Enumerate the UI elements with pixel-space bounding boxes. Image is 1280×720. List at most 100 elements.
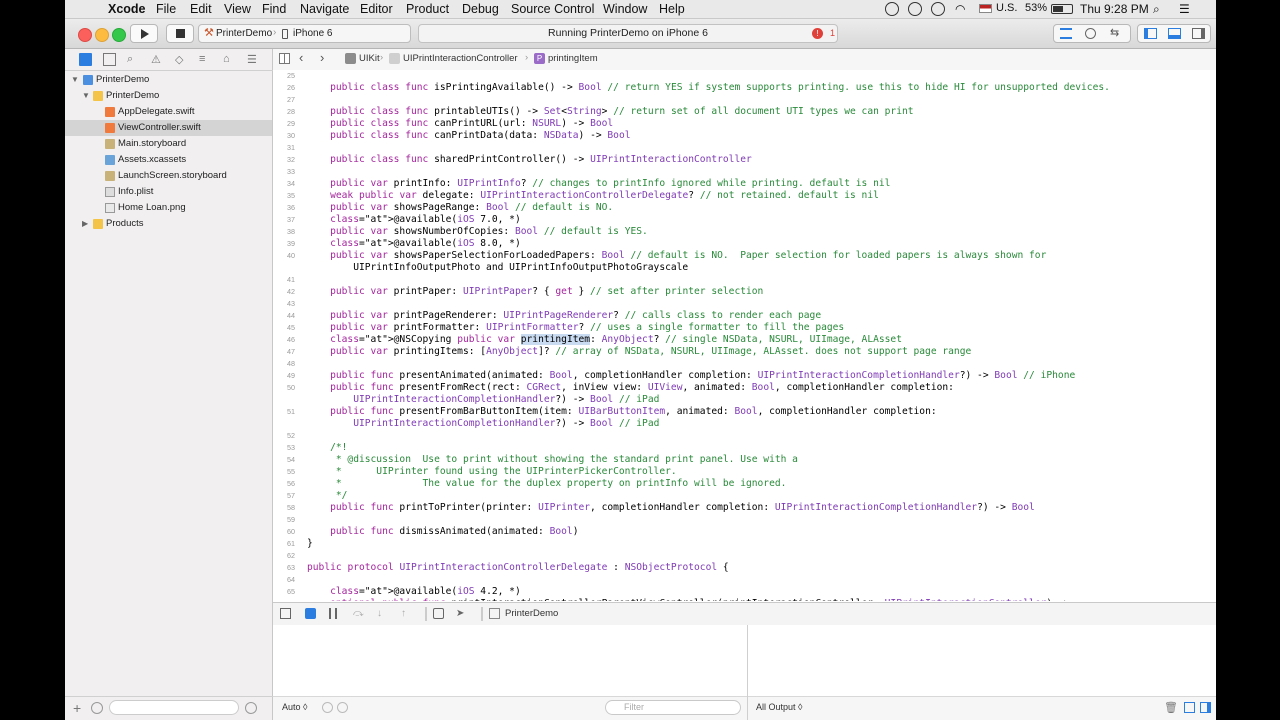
zoom-window-button[interactable] bbox=[112, 28, 126, 42]
stop-button[interactable] bbox=[166, 24, 194, 43]
code-line[interactable]: 58 public func printToPrinter(printer: U… bbox=[273, 502, 1216, 514]
console-output-selector[interactable]: All Output ◊ bbox=[756, 702, 802, 712]
input-source-label[interactable]: U.S. bbox=[996, 2, 1017, 14]
code-line[interactable]: UIPrintInfoOutputPhoto and UIPrintInfoOu… bbox=[273, 262, 1216, 274]
code-line[interactable]: 32 public class func sharedPrintControll… bbox=[273, 154, 1216, 166]
code-line[interactable]: 39 class="at">@available(iOS 8.0, *) bbox=[273, 238, 1216, 250]
code-line[interactable]: 66 optional public func printInteraction… bbox=[273, 598, 1216, 601]
tree-item-assets[interactable]: Assets.xcassets bbox=[65, 152, 272, 168]
recent-edits-icon[interactable] bbox=[245, 702, 257, 714]
menu-view[interactable]: View bbox=[224, 2, 251, 16]
code-line[interactable]: 65 class="at">@available(iOS 4.2, *) bbox=[273, 586, 1216, 598]
disclosure-closed-icon[interactable]: ▶ bbox=[82, 216, 88, 232]
project-navigator-icon[interactable] bbox=[79, 53, 92, 66]
view-hierarchy-icon[interactable] bbox=[433, 608, 444, 619]
issue-navigator-icon[interactable]: ⚠ bbox=[151, 53, 164, 66]
tree-item-launchscreen[interactable]: LaunchScreen.storyboard bbox=[65, 168, 272, 184]
code-line[interactable]: 31 bbox=[273, 142, 1216, 154]
debug-area-toggle-icon[interactable] bbox=[1168, 28, 1181, 39]
standard-editor-icon[interactable] bbox=[1060, 28, 1072, 39]
us-flag-icon[interactable] bbox=[979, 4, 992, 13]
recent-files-icon[interactable] bbox=[91, 702, 103, 714]
code-line[interactable]: 29 public class func canPrintURL(url: NS… bbox=[273, 118, 1216, 130]
tree-item-group-printerdemo[interactable]: ▼ PrinterDemo bbox=[65, 88, 272, 104]
menu-window[interactable]: Window bbox=[603, 2, 647, 16]
code-line[interactable]: 49 public func presentAnimated(animated:… bbox=[273, 370, 1216, 382]
test-navigator-icon[interactable]: ◇ bbox=[175, 53, 188, 66]
code-line[interactable]: 38 public var showsNumberOfCopies: Bool … bbox=[273, 226, 1216, 238]
pause-icon[interactable] bbox=[329, 608, 337, 619]
forward-arrow-icon[interactable]: › bbox=[320, 50, 324, 65]
code-line[interactable]: 40 public var showsPaperSelectionForLoad… bbox=[273, 250, 1216, 262]
code-line[interactable]: 30 public class func canPrintData(data: … bbox=[273, 130, 1216, 142]
code-line[interactable]: 57 */ bbox=[273, 490, 1216, 502]
code-line[interactable]: 48 bbox=[273, 358, 1216, 370]
print-description-icon[interactable] bbox=[337, 702, 348, 713]
code-line[interactable]: 63 public protocol UIPrintInteractionCont… bbox=[273, 562, 1216, 574]
code-line[interactable]: 37 class="at">@available(iOS 7.0, *) bbox=[273, 214, 1216, 226]
menu-debug[interactable]: Debug bbox=[462, 2, 499, 16]
step-over-icon[interactable]: ⤼ bbox=[353, 608, 364, 619]
menu-app-name[interactable]: Xcode bbox=[108, 2, 146, 16]
assistant-editor-icon[interactable] bbox=[1085, 28, 1096, 39]
clock[interactable]: Thu 9:28 PM bbox=[1080, 2, 1149, 16]
menu-source-control[interactable]: Source Control bbox=[511, 2, 594, 16]
record-status-icon[interactable] bbox=[908, 2, 922, 16]
tree-item-info-plist[interactable]: Info.plist bbox=[65, 184, 272, 200]
code-line[interactable]: 42 public var printPaper: UIPrintPaper? … bbox=[273, 286, 1216, 298]
breadcrumb-class[interactable]: UIPrintInteractionController bbox=[403, 53, 518, 64]
code-line[interactable]: UIPrintInteractionCompletionHandler?) ->… bbox=[273, 394, 1216, 406]
show-console-icon[interactable] bbox=[1200, 702, 1211, 713]
code-line[interactable]: 44 public var printPageRenderer: UIPrint… bbox=[273, 310, 1216, 322]
code-line[interactable]: 53 /*! bbox=[273, 442, 1216, 454]
wifi-icon[interactable]: ◠ bbox=[955, 2, 965, 16]
code-line[interactable]: 60 public func dismissAnimated(animated:… bbox=[273, 526, 1216, 538]
battery-icon[interactable] bbox=[1051, 4, 1073, 14]
trash-icon[interactable]: 🗑 bbox=[1164, 701, 1178, 714]
notification-center-icon[interactable]: ☰ bbox=[1179, 2, 1190, 16]
debug-navigator-icon[interactable]: ≡ bbox=[199, 53, 212, 66]
version-editor-icon[interactable]: ⇆ bbox=[1110, 26, 1119, 39]
step-into-icon[interactable]: ↓ bbox=[377, 608, 388, 619]
variables-scope-selector[interactable]: Auto ◊ bbox=[282, 702, 307, 712]
debug-process-name[interactable]: PrinterDemo bbox=[505, 608, 558, 619]
code-line[interactable]: 34 public var printInfo: UIPrintInfo? //… bbox=[273, 178, 1216, 190]
code-line[interactable]: 35 weak public var delegate: UIPrintInte… bbox=[273, 190, 1216, 202]
tree-item-main-storyboard[interactable]: Main.storyboard bbox=[65, 136, 272, 152]
code-line[interactable]: 61} bbox=[273, 538, 1216, 550]
menu-edit[interactable]: Edit bbox=[190, 2, 212, 16]
error-icon[interactable]: ! bbox=[812, 28, 823, 39]
back-arrow-icon[interactable]: ‹ bbox=[299, 50, 303, 65]
close-window-button[interactable] bbox=[78, 28, 92, 42]
tree-item-home-loan-png[interactable]: Home Loan.png bbox=[65, 200, 272, 216]
code-line[interactable]: 59 bbox=[273, 514, 1216, 526]
simulate-location-icon[interactable]: ➤ bbox=[456, 608, 467, 619]
disclosure-open-icon[interactable]: ▼ bbox=[71, 72, 79, 88]
run-button[interactable] bbox=[130, 24, 158, 43]
checkmark-status-icon[interactable] bbox=[885, 2, 899, 16]
code-line[interactable]: 62 bbox=[273, 550, 1216, 562]
breadcrumb-uikit[interactable]: UIKit bbox=[359, 53, 380, 64]
code-line[interactable]: 28 public class func printableUTIs() -> … bbox=[273, 106, 1216, 118]
find-navigator-icon[interactable]: ⌕ bbox=[127, 53, 140, 66]
code-line[interactable]: 54 * @discussion Use to print without sh… bbox=[273, 454, 1216, 466]
code-line[interactable]: 55 * UIPrinter found using the UIPrinter… bbox=[273, 466, 1216, 478]
code-line[interactable]: 41 bbox=[273, 274, 1216, 286]
step-out-icon[interactable]: ↑ bbox=[401, 608, 412, 619]
scheme-selector[interactable]: ⚒ PrinterDemo › iPhone 6 bbox=[198, 24, 411, 43]
report-navigator-icon[interactable]: ☰ bbox=[247, 53, 260, 66]
utilities-toggle-icon[interactable] bbox=[1192, 28, 1205, 39]
add-file-icon[interactable]: + bbox=[73, 700, 81, 716]
tree-item-appdelegate[interactable]: AppDelegate.swift bbox=[65, 104, 272, 120]
hide-debug-area-icon[interactable] bbox=[280, 608, 291, 619]
menu-product[interactable]: Product bbox=[406, 2, 449, 16]
code-line[interactable]: 43 bbox=[273, 298, 1216, 310]
tree-item-viewcontroller[interactable]: ViewController.swift bbox=[65, 120, 272, 136]
menu-help[interactable]: Help bbox=[659, 2, 685, 16]
disclosure-open-icon[interactable]: ▼ bbox=[82, 88, 90, 104]
breadcrumb-symbol[interactable]: printingItem bbox=[548, 53, 598, 64]
menu-file[interactable]: File bbox=[156, 2, 176, 16]
code-line[interactable]: 50 public func presentFromRect(rect: CGR… bbox=[273, 382, 1216, 394]
tree-item-products[interactable]: ▶ Products bbox=[65, 216, 272, 232]
spotlight-icon[interactable]: ⌕ bbox=[1153, 2, 1160, 17]
